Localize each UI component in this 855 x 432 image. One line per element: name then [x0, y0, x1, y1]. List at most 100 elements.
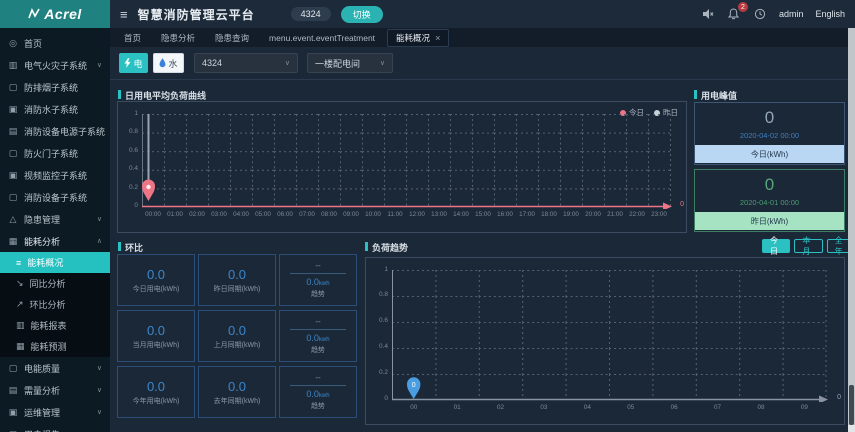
- room-select-value: 一楼配电间: [315, 58, 361, 69]
- tab-energy-overview[interactable]: 能耗概况 ×: [387, 28, 450, 47]
- main-column: ≡ 智慧消防管理云平台 4324 切换 2 admin English 首页 隐…: [110, 0, 855, 432]
- sidebar-item-fire-equipment[interactable]: ▢ 消防设备子系统: [0, 186, 110, 208]
- y-tick: 1: [384, 266, 388, 273]
- sidebar-item-energy-analysis[interactable]: ▦ 能耗分析 ∧: [0, 230, 110, 252]
- sidebar-item-hazard-mgmt[interactable]: △ 隐患管理 ∨: [0, 208, 110, 230]
- ring-label: 当月用电(kWh): [132, 341, 180, 349]
- station-select-value: 4324: [202, 58, 223, 68]
- trend-value: 0.0kwh: [306, 333, 330, 343]
- switch-station-button[interactable]: 切换: [340, 5, 383, 23]
- ring-value: 0.0: [227, 378, 247, 394]
- header-actions: 2 admin English: [701, 2, 845, 21]
- chevron-down-icon: ∨: [284, 60, 290, 67]
- trend-title: 负荷趋势: [365, 241, 408, 254]
- bell-icon[interactable]: 2: [727, 2, 748, 21]
- trend-top-value: --: [315, 373, 321, 382]
- sidebar-item-equipment-power[interactable]: ▤ 消防设备电源子系统: [0, 120, 110, 142]
- y-tick: 0.4: [378, 343, 388, 350]
- trend-top-value: --: [315, 261, 321, 270]
- sidebar-subitem-energy-report[interactable]: ▥ 能耗报表: [0, 315, 110, 336]
- sidebar-item-label: 防火门子系统: [24, 148, 79, 159]
- sidebar-subitem-label: 能耗预测: [30, 342, 67, 352]
- sidebar-item-video-monitor[interactable]: ▣ 视频监控子系统: [0, 164, 110, 186]
- axis-end-value: 0: [837, 394, 841, 401]
- collapse-menu-icon[interactable]: ≡: [120, 7, 128, 22]
- sidebar-item-fire-door[interactable]: ▢ 防火门子系统: [0, 142, 110, 164]
- chevron-down-icon: ∨: [96, 216, 102, 223]
- sidebar-subitem-energy-overview[interactable]: ≡ 能耗概况: [0, 252, 110, 273]
- room-select[interactable]: 一楼配电间 ∨: [307, 53, 393, 73]
- ring-label: 趋势: [311, 403, 325, 410]
- peak-title: 用电峰值: [694, 89, 737, 102]
- sidebar-item-label: 首页: [24, 38, 43, 49]
- user-menu[interactable]: admin: [779, 9, 804, 19]
- y-tick: 0.4: [128, 165, 138, 172]
- ring-card-today-usage: 0.0 今日用电(kWh): [117, 254, 195, 306]
- ring-card-yesterday-usage: 0.0 昨日同期(kWh): [198, 254, 276, 306]
- sidebar-item-home[interactable]: ◎ 首页: [0, 32, 110, 54]
- sidebar-item-fire-water[interactable]: ▣ 消防水子系统: [0, 98, 110, 120]
- sidebar-subitem-label: 能耗概况: [27, 258, 64, 268]
- y-tick: 0.2: [128, 184, 138, 191]
- tab-event-treatment[interactable]: menu.event.eventTreatment: [261, 31, 383, 45]
- scrollbar-thumb[interactable]: [849, 385, 854, 425]
- sidebar-subitem-yoy-analysis[interactable]: ↘ 同比分析: [0, 273, 110, 294]
- sidebar-item-ops-mgmt[interactable]: ▣ 运维管理 ∨: [0, 401, 110, 423]
- sidebar-item-label: 能耗分析: [24, 236, 61, 247]
- sidebar-item-label: 电能质量: [24, 363, 61, 374]
- ring-value: 0.0: [146, 378, 166, 394]
- clock-icon[interactable]: [753, 7, 767, 21]
- module-icon: ▣: [8, 103, 18, 114]
- ring-card-lastyear-usage: 0.0 去年同期(kWh): [198, 366, 276, 418]
- trend-month-button[interactable]: 本月: [794, 236, 823, 256]
- sidebar-item-power-quality[interactable]: ▢ 电能质量 ∨: [0, 357, 110, 379]
- ring-value: 0.0: [227, 322, 247, 338]
- load-curve-chart[interactable]: 今日 昨日 1 0.8 0.6 0.4 0.2 0 0 00:00 01:00 …: [117, 101, 687, 233]
- brand-logo-text: Acrel: [44, 6, 82, 22]
- station-select[interactable]: 4324 ∨: [194, 53, 298, 73]
- ring-label: 趋势: [311, 291, 325, 298]
- tab-hazard-query[interactable]: 隐患查询: [207, 30, 257, 46]
- sidebar-item-demand-analysis[interactable]: ▤ 需量分析 ∨: [0, 379, 110, 401]
- close-icon[interactable]: ×: [435, 33, 440, 43]
- chevron-down-icon: ∨: [379, 60, 385, 67]
- load-trend-chart[interactable]: 1 0.8 0.6 0.4 0.2 0 0 0 00 01 02 03 04 0…: [365, 257, 845, 425]
- module-icon: ▤: [8, 125, 18, 136]
- trend-today-button[interactable]: 今日: [762, 236, 791, 256]
- divider: [290, 385, 346, 386]
- sidebar-subitem-energy-forecast[interactable]: ▦ 能耗预测: [0, 336, 110, 357]
- x-axis-labels: 00:00 01:00 02:00 03:00 04:00 05:00 06:00 07:00…: [145, 211, 667, 218]
- lightning-icon: [124, 58, 132, 68]
- sidebar-item-electrical-fire[interactable]: ▥ 电气火灾子系统 ∨: [0, 54, 110, 76]
- tab-hazard-analysis[interactable]: 隐患分析: [153, 30, 203, 46]
- sidebar-item-label: 防排烟子系统: [24, 82, 79, 93]
- trend-value: 0.0kwh: [306, 277, 330, 287]
- brand-logo[interactable]: Acrel: [0, 0, 110, 28]
- bar-chart-icon: ▥: [16, 320, 25, 330]
- sidebar: Acrel ◎ 首页 ▥ 电气火灾子系统 ∨ ▢ 防排烟子系统 ▣ 消防水子系统…: [0, 0, 110, 432]
- sidebar-subitem-mom-analysis[interactable]: ↗ 环比分析: [0, 294, 110, 315]
- language-toggle[interactable]: English: [815, 9, 845, 19]
- ring-comparison-grid: 0.0 今日用电(kWh) 0.0 昨日同期(kWh) -- 0.0kwh 趋势…: [117, 254, 357, 418]
- load-curve-plot: [142, 114, 672, 209]
- trend-marker-value: 0: [412, 382, 416, 389]
- mute-icon[interactable]: [701, 7, 715, 21]
- top-header: ≡ 智慧消防管理云平台 4324 切换 2 admin English: [110, 0, 855, 28]
- ring-value: 0.0: [227, 266, 247, 282]
- tab-home[interactable]: 首页: [116, 30, 149, 46]
- y-tick: 0.8: [128, 128, 138, 135]
- ring-value: 0.0: [146, 266, 166, 282]
- water-drop-icon: [160, 58, 166, 68]
- electric-filter-button[interactable]: 电: [119, 53, 148, 73]
- trend-up-icon: ↗: [16, 299, 24, 309]
- peak-today-date: 2020-04-02 00:00: [739, 131, 800, 140]
- water-filter-button[interactable]: 水: [153, 53, 184, 73]
- scrollbar-corner: [848, 425, 855, 432]
- sidebar-item-user-report[interactable]: ▢ 用户报告: [0, 423, 110, 432]
- axis-end-value: 0: [680, 201, 684, 208]
- grid-icon: ▤: [8, 384, 18, 395]
- sidebar-item-smoke-control[interactable]: ▢ 防排烟子系统: [0, 76, 110, 98]
- x-axis-labels: 00 01 02 03 04 05 06 07 08 09: [410, 404, 808, 411]
- vertical-scrollbar[interactable]: [848, 28, 855, 425]
- ring-label: 昨日同期(kWh): [213, 285, 261, 293]
